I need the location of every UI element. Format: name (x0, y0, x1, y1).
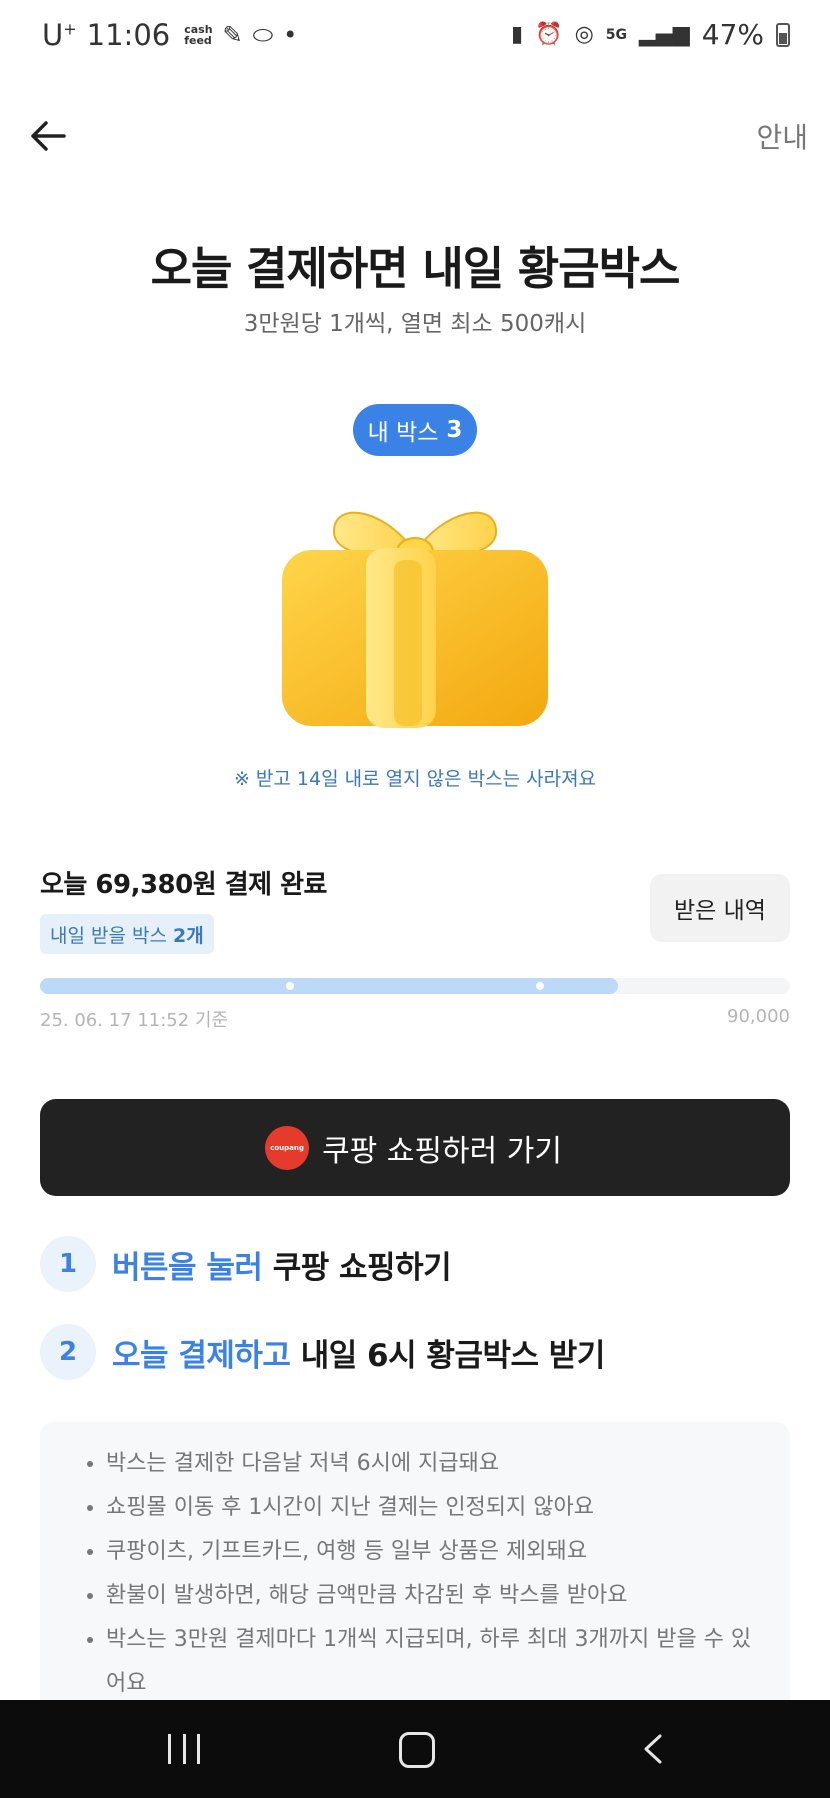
my-box-count: 3 (446, 417, 463, 443)
step-highlight: 오늘 결제하고 (112, 1337, 291, 1374)
rule-item: 환불이 발생하면, 해당 금액만큼 차감된 후 박스를 받아요 (106, 1574, 770, 1618)
battery-icon (776, 22, 790, 47)
progress-checkpoint-dot (536, 982, 544, 990)
signal-icon: ▂▄▆ (639, 22, 690, 47)
expiry-notice: ※ 받고 14일 내로 열지 않은 박스는 사라져요 (233, 768, 597, 790)
progress-fill (40, 978, 619, 994)
battery-percent: 47% (701, 18, 764, 51)
payment-status: 오늘 69,380원 결제 완료 (40, 870, 327, 900)
progress-checkpoint-dot (286, 982, 294, 990)
hotspot-icon: ◎ (574, 22, 594, 47)
step-rest: 내일 6시 황금박스 받기 (290, 1337, 606, 1374)
rule-item: 쇼핑몰 이동 후 1시간이 지난 결제는 인정되지 않아요 (106, 1486, 770, 1530)
tomorrow-box-badge: 내일 받을 박스 2개 (40, 914, 214, 954)
status-left: U+ 11:06 cash feed ✎ ⬭ • (42, 18, 297, 52)
system-navigation-bar (0, 1700, 830, 1798)
my-box-count-badge: 내 박스 3 (353, 404, 477, 456)
step-highlight: 버튼을 눌러 (112, 1249, 263, 1286)
carrier-label: U+ (42, 18, 77, 52)
battery-saver-icon: ▮ (511, 22, 524, 47)
gift-box-icon (282, 511, 548, 728)
back-button[interactable] (26, 114, 70, 158)
recent-apps-icon[interactable] (168, 1734, 200, 1764)
step-text: 버튼을 눌러 쿠팡 쇼핑하기 (112, 1242, 452, 1287)
rule-item: 박스는 결제한 다음날 저녁 6시에 지급돼요 (106, 1442, 770, 1486)
progress-timestamp: 25. 06. 17 11:52 기준 (40, 1010, 229, 1031)
more-notifications-dot-icon: • (283, 21, 298, 49)
network-5g-icon: 5G (605, 26, 627, 43)
page-title: 오늘 결제하면 내일 황금박스 (150, 242, 681, 295)
step-1: 1 버튼을 눌러 쿠팡 쇼핑하기 (40, 1236, 452, 1292)
alarm-icon: ⏰ (535, 22, 563, 47)
feather-notification-icon: ✎ (222, 21, 243, 49)
step-2: 2 오늘 결제하고 내일 6시 황금박스 받기 (40, 1324, 605, 1380)
pill-notification-icon: ⬭ (252, 21, 274, 49)
my-box-label: 내 박스 (367, 420, 439, 446)
home-icon[interactable] (399, 1732, 435, 1768)
rules-box: 박스는 결제한 다음날 저녁 6시에 지급돼요 쇼핑몰 이동 후 1시간이 지난… (40, 1422, 790, 1722)
coupang-logo-icon: coupang (268, 1128, 307, 1167)
step-number: 1 (40, 1236, 96, 1292)
golden-box-image[interactable] (276, 490, 554, 730)
step-rest: 쿠팡 쇼핑하기 (262, 1249, 452, 1286)
go-shopping-label: 쿠팡 쇼핑하러 가기 (322, 1133, 562, 1169)
page-subtitle: 3만원당 1개씩, 열면 최소 500캐시 (243, 311, 587, 337)
rule-item: 쿠팡이츠, 기프트카드, 여행 등 일부 상품은 제외돼요 (106, 1530, 770, 1574)
rules-list: 박스는 결제한 다음날 저녁 6시에 지급돼요 쇼핑몰 이동 후 1시간이 지난… (40, 1422, 790, 1706)
cashfeed-notification-icon: cash feed (184, 23, 213, 47)
system-back-icon[interactable] (636, 1732, 670, 1766)
status-right: ▮ ⏰ ◎ 5G ▂▄▆ 47% (511, 18, 790, 51)
step-text: 오늘 결제하고 내일 6시 황금박스 받기 (112, 1330, 605, 1375)
arrow-left-icon (31, 121, 66, 151)
tomorrow-box-label: 내일 받을 박스 (50, 924, 167, 947)
step-number: 2 (40, 1324, 96, 1380)
status-time: 11:06 (86, 18, 171, 52)
status-bar: U+ 11:06 cash feed ✎ ⬭ • ▮ ⏰ ◎ 5G ▂▄▆ 47% (0, 0, 830, 76)
top-header: 안내 (0, 100, 830, 172)
info-button[interactable]: 안내 (756, 116, 808, 156)
tomorrow-box-count: 2개 (172, 924, 204, 947)
payment-progress-bar (40, 978, 790, 994)
go-shopping-coupang-button[interactable]: coupang 쿠팡 쇼핑하러 가기 (40, 1099, 790, 1196)
rule-item: 박스는 3만원 결제마다 1개씩 지급되며, 하루 최대 3개까지 받을 수 있… (106, 1618, 770, 1706)
progress-max-label: 90,000 (727, 1006, 790, 1027)
received-history-button[interactable]: 받은 내역 (650, 874, 790, 942)
